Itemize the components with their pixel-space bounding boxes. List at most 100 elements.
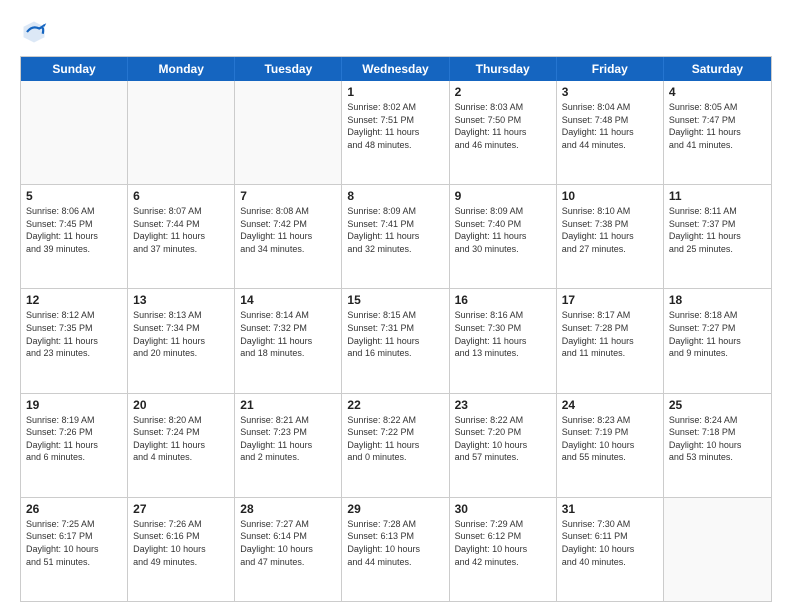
day-cell-4: 4Sunrise: 8:05 AM Sunset: 7:47 PM Daylig… <box>664 81 771 184</box>
calendar-header: SundayMondayTuesdayWednesdayThursdayFrid… <box>21 57 771 81</box>
day-info: Sunrise: 8:16 AM Sunset: 7:30 PM Dayligh… <box>455 309 551 359</box>
day-cell-23: 23Sunrise: 8:22 AM Sunset: 7:20 PM Dayli… <box>450 394 557 497</box>
day-cell-9: 9Sunrise: 8:09 AM Sunset: 7:40 PM Daylig… <box>450 185 557 288</box>
day-info: Sunrise: 8:10 AM Sunset: 7:38 PM Dayligh… <box>562 205 658 255</box>
day-number: 15 <box>347 293 443 307</box>
day-cell-25: 25 Sunrise: 8:24 AM Sunset: 7:18 PM Dayli… <box>664 394 771 497</box>
day-info: Sunrise: 8:02 AM Sunset: 7:51 PM Dayligh… <box>347 101 443 151</box>
day-info: Sunrise: 8:19 AM Sunset: 7:26 PM Dayligh… <box>26 414 122 464</box>
day-cell-22: 22 Sunrise: 8:22 AM Sunset: 7:22 PM Dayli… <box>342 394 449 497</box>
day-info: Sunrise: 8:09 AM Sunset: 7:40 PM Dayligh… <box>455 205 551 255</box>
day-info: Sunrise: 8:03 AM Sunset: 7:50 PM Dayligh… <box>455 101 551 151</box>
header-day-thursday: Thursday <box>450 57 557 81</box>
day-number: 6 <box>133 189 229 203</box>
day-info: Sunrise: 8:11 AM Sunset: 7:37 PM Dayligh… <box>669 205 766 255</box>
page: SundayMondayTuesdayWednesdayThursdayFrid… <box>0 0 792 612</box>
day-number: 10 <box>562 189 658 203</box>
day-number: 27 <box>133 502 229 516</box>
day-cell-5: 5 Sunrise: 8:06 AM Sunset: 7:45 PM Daylig… <box>21 185 128 288</box>
day-info: Sunrise: 8:12 AM Sunset: 7:35 PM Dayligh… <box>26 309 122 359</box>
day-cell-30: 30 Sunrise: 7:29 AM Sunset: 6:12 PM Dayli… <box>450 498 557 601</box>
day-number: 22 <box>347 398 443 412</box>
day-number: 19 <box>26 398 122 412</box>
day-cell-12: 12 Sunrise: 8:12 AM Sunset: 7:35 PM Dayli… <box>21 289 128 392</box>
day-number: 30 <box>455 502 551 516</box>
day-info: Sunrise: 7:25 AM Sunset: 6:17 PM Dayligh… <box>26 518 122 568</box>
day-cell-13: 13Sunrise: 8:13 AM Sunset: 7:34 PM Dayli… <box>128 289 235 392</box>
day-cell-10: 10 Sunrise: 8:10 AM Sunset: 7:38 PM Dayli… <box>557 185 664 288</box>
day-number: 26 <box>26 502 122 516</box>
header-day-monday: Monday <box>128 57 235 81</box>
week-row-1: 1 Sunrise: 8:02 AM Sunset: 7:51 PM Daylig… <box>21 81 771 185</box>
header-day-saturday: Saturday <box>664 57 771 81</box>
day-info: Sunrise: 8:09 AM Sunset: 7:41 PM Dayligh… <box>347 205 443 255</box>
day-number: 24 <box>562 398 658 412</box>
header-day-wednesday: Wednesday <box>342 57 449 81</box>
day-number: 14 <box>240 293 336 307</box>
day-number: 17 <box>562 293 658 307</box>
header-day-sunday: Sunday <box>21 57 128 81</box>
day-cell-24: 24Sunrise: 8:23 AM Sunset: 7:19 PM Dayli… <box>557 394 664 497</box>
day-cell-6: 6 Sunrise: 8:07 AM Sunset: 7:44 PM Daylig… <box>128 185 235 288</box>
day-cell-27: 27Sunrise: 7:26 AM Sunset: 6:16 PM Dayli… <box>128 498 235 601</box>
day-cell-17: 17 Sunrise: 8:17 AM Sunset: 7:28 PM Dayli… <box>557 289 664 392</box>
day-cell-29: 29Sunrise: 7:28 AM Sunset: 6:13 PM Dayli… <box>342 498 449 601</box>
day-number: 16 <box>455 293 551 307</box>
day-number: 8 <box>347 189 443 203</box>
week-row-3: 12 Sunrise: 8:12 AM Sunset: 7:35 PM Dayli… <box>21 289 771 393</box>
day-number: 25 <box>669 398 766 412</box>
day-number: 21 <box>240 398 336 412</box>
day-info: Sunrise: 8:15 AM Sunset: 7:31 PM Dayligh… <box>347 309 443 359</box>
day-number: 23 <box>455 398 551 412</box>
day-cell-21: 21 Sunrise: 8:21 AM Sunset: 7:23 PM Dayli… <box>235 394 342 497</box>
day-info: Sunrise: 7:29 AM Sunset: 6:12 PM Dayligh… <box>455 518 551 568</box>
day-number: 12 <box>26 293 122 307</box>
day-cell-3: 3 Sunrise: 8:04 AM Sunset: 7:48 PM Daylig… <box>557 81 664 184</box>
day-number: 31 <box>562 502 658 516</box>
day-info: Sunrise: 8:17 AM Sunset: 7:28 PM Dayligh… <box>562 309 658 359</box>
day-info: Sunrise: 8:20 AM Sunset: 7:24 PM Dayligh… <box>133 414 229 464</box>
day-number: 3 <box>562 85 658 99</box>
day-info: Sunrise: 8:05 AM Sunset: 7:47 PM Dayligh… <box>669 101 766 151</box>
empty-cell <box>21 81 128 184</box>
day-cell-11: 11Sunrise: 8:11 AM Sunset: 7:37 PM Dayli… <box>664 185 771 288</box>
day-cell-14: 14 Sunrise: 8:14 AM Sunset: 7:32 PM Dayli… <box>235 289 342 392</box>
header-day-tuesday: Tuesday <box>235 57 342 81</box>
day-info: Sunrise: 8:08 AM Sunset: 7:42 PM Dayligh… <box>240 205 336 255</box>
day-info: Sunrise: 8:21 AM Sunset: 7:23 PM Dayligh… <box>240 414 336 464</box>
day-cell-26: 26 Sunrise: 7:25 AM Sunset: 6:17 PM Dayli… <box>21 498 128 601</box>
day-info: Sunrise: 7:27 AM Sunset: 6:14 PM Dayligh… <box>240 518 336 568</box>
day-cell-28: 28 Sunrise: 7:27 AM Sunset: 6:14 PM Dayli… <box>235 498 342 601</box>
day-info: Sunrise: 8:13 AM Sunset: 7:34 PM Dayligh… <box>133 309 229 359</box>
logo-icon <box>20 18 48 46</box>
day-info: Sunrise: 8:14 AM Sunset: 7:32 PM Dayligh… <box>240 309 336 359</box>
calendar-body: 1 Sunrise: 8:02 AM Sunset: 7:51 PM Daylig… <box>21 81 771 601</box>
day-number: 28 <box>240 502 336 516</box>
day-cell-16: 16 Sunrise: 8:16 AM Sunset: 7:30 PM Dayli… <box>450 289 557 392</box>
day-cell-7: 7 Sunrise: 8:08 AM Sunset: 7:42 PM Daylig… <box>235 185 342 288</box>
day-number: 7 <box>240 189 336 203</box>
day-info: Sunrise: 8:04 AM Sunset: 7:48 PM Dayligh… <box>562 101 658 151</box>
day-info: Sunrise: 8:18 AM Sunset: 7:27 PM Dayligh… <box>669 309 766 359</box>
day-info: Sunrise: 8:07 AM Sunset: 7:44 PM Dayligh… <box>133 205 229 255</box>
week-row-4: 19 Sunrise: 8:19 AM Sunset: 7:26 PM Dayli… <box>21 394 771 498</box>
day-info: Sunrise: 7:28 AM Sunset: 6:13 PM Dayligh… <box>347 518 443 568</box>
calendar: SundayMondayTuesdayWednesdayThursdayFrid… <box>20 56 772 602</box>
day-info: Sunrise: 8:06 AM Sunset: 7:45 PM Dayligh… <box>26 205 122 255</box>
day-info: Sunrise: 8:22 AM Sunset: 7:22 PM Dayligh… <box>347 414 443 464</box>
empty-cell <box>235 81 342 184</box>
empty-cell <box>128 81 235 184</box>
day-cell-1: 1 Sunrise: 8:02 AM Sunset: 7:51 PM Daylig… <box>342 81 449 184</box>
day-number: 2 <box>455 85 551 99</box>
day-info: Sunrise: 8:24 AM Sunset: 7:18 PM Dayligh… <box>669 414 766 464</box>
week-row-2: 5 Sunrise: 8:06 AM Sunset: 7:45 PM Daylig… <box>21 185 771 289</box>
header <box>20 18 772 46</box>
day-number: 18 <box>669 293 766 307</box>
day-cell-2: 2 Sunrise: 8:03 AM Sunset: 7:50 PM Daylig… <box>450 81 557 184</box>
day-cell-31: 31 Sunrise: 7:30 AM Sunset: 6:11 PM Dayli… <box>557 498 664 601</box>
day-number: 1 <box>347 85 443 99</box>
day-number: 5 <box>26 189 122 203</box>
day-cell-20: 20Sunrise: 8:20 AM Sunset: 7:24 PM Dayli… <box>128 394 235 497</box>
day-info: Sunrise: 7:30 AM Sunset: 6:11 PM Dayligh… <box>562 518 658 568</box>
empty-cell <box>664 498 771 601</box>
